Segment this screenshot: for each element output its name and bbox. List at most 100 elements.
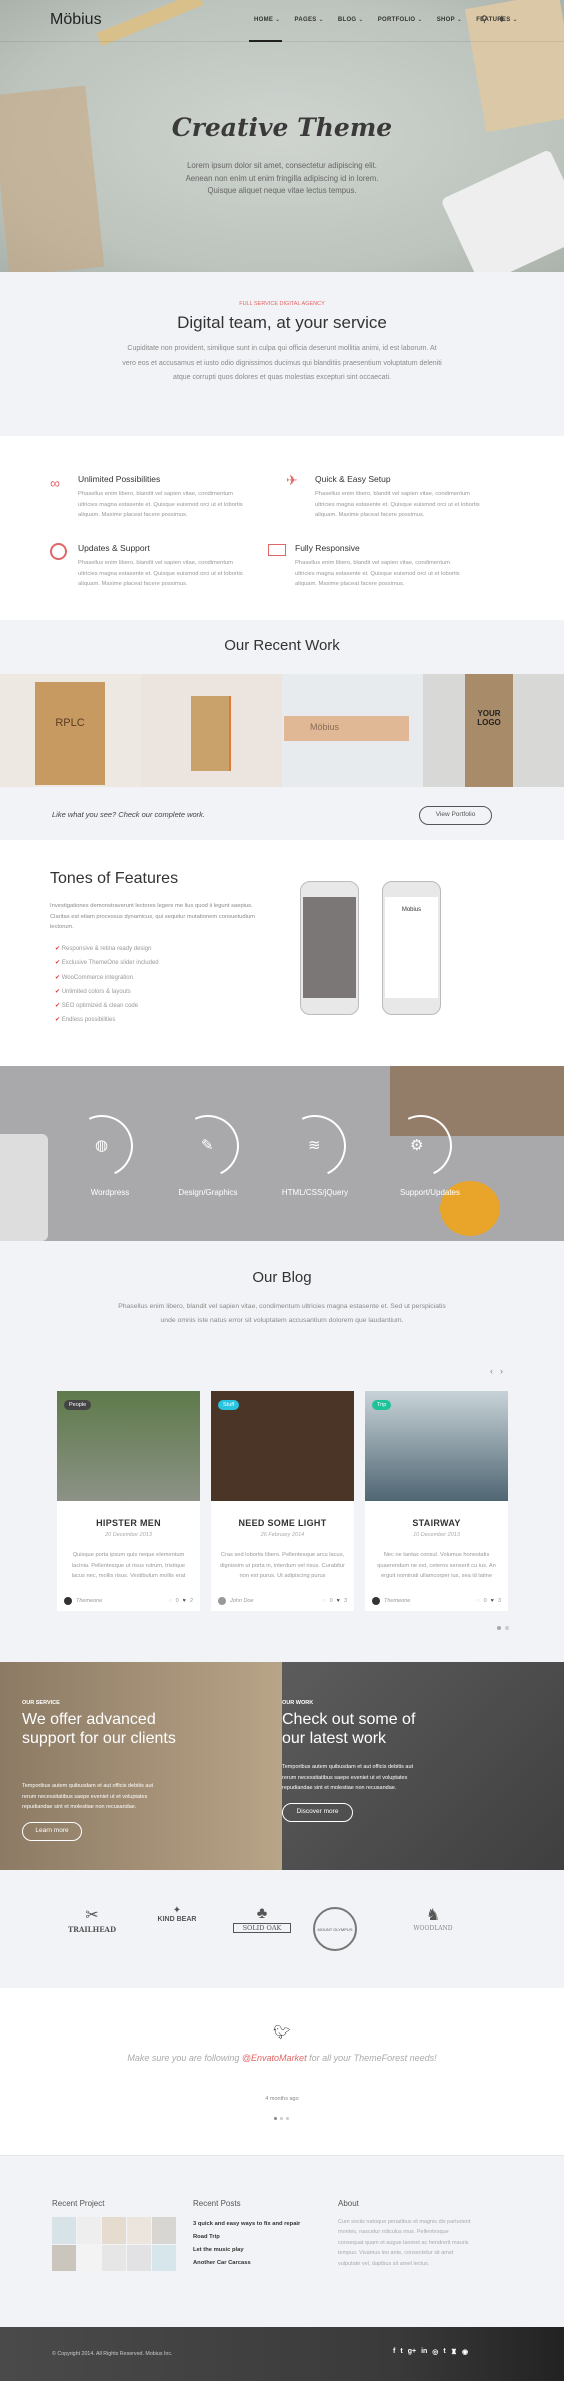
layers-icon: ≋	[308, 1137, 321, 1154]
blog-tag[interactable]: Stuff	[218, 1400, 240, 1410]
comment-count: 0	[483, 1598, 487, 1604]
project-thumb[interactable]	[52, 2217, 76, 2244]
like-count: 2	[189, 1598, 193, 1604]
client-logo-kind-bear[interactable]: ✦ KIND BEAR	[142, 1905, 212, 1923]
project-thumb[interactable]	[102, 2244, 126, 2271]
work-item[interactable]: Möbius	[282, 674, 423, 787]
project-thumb[interactable]	[77, 2217, 101, 2244]
blog-author[interactable]: John Doe	[230, 1598, 254, 1604]
work-item[interactable]: RPLC	[0, 674, 141, 787]
carousel-dot[interactable]	[497, 1626, 501, 1630]
service-label: Design/Graphics	[178, 1188, 238, 1197]
tweet-handle-link[interactable]: @EnvatoMarket	[242, 2053, 307, 2063]
lifebuoy-icon	[50, 543, 67, 560]
plus-icon[interactable]: +	[498, 11, 506, 26]
project-thumb[interactable]	[77, 2244, 101, 2271]
nav-shop[interactable]: SHOP	[437, 16, 463, 23]
blog-title[interactable]: STAIRWAY	[365, 1518, 508, 1528]
blog-author[interactable]: Themeone	[384, 1598, 410, 1604]
work-item-label: Möbius	[284, 716, 409, 741]
nav-portfolio[interactable]: PORTFOLIO	[378, 16, 423, 23]
work-item[interactable]: YOUR LOGO	[423, 674, 564, 787]
nav-home[interactable]: HOME	[254, 16, 281, 23]
dribbble-icon[interactable]: ◎	[432, 2348, 438, 2356]
github-icon[interactable]: ◉	[462, 2348, 468, 2356]
tumblr-icon[interactable]: t	[443, 2348, 445, 2356]
client-logo-solid-oak[interactable]: ♣ SOLID OAK	[227, 1905, 297, 1933]
blog-title[interactable]: HIPSTER MEN	[57, 1518, 200, 1528]
logo[interactable]: Möbius	[50, 11, 102, 29]
hero-title: Creative Theme	[171, 113, 393, 142]
blog-card[interactable]: Stuff NEED SOME LIGHT 26 February 2014 C…	[211, 1391, 354, 1611]
learn-more-button[interactable]: Learn more	[22, 1822, 82, 1841]
tones-list-item: ✔ Exclusive ThemeOne slider included	[55, 960, 159, 967]
carousel-dot[interactable]	[286, 2117, 289, 2120]
carousel-dot[interactable]	[280, 2117, 283, 2120]
heart-icon[interactable]: ♥	[491, 1598, 494, 1604]
blog-image[interactable]: People	[57, 1391, 200, 1501]
client-logo-woodland[interactable]: ♞ WOODLAND	[398, 1905, 468, 1932]
blog-author[interactable]: Themeone	[76, 1598, 102, 1604]
carousel-dot[interactable]	[274, 2117, 277, 2120]
panel-heading: Check out some of our latest work	[282, 1711, 416, 1747]
features-section: ∞ Unlimited Possibilities Phasellus enim …	[0, 436, 564, 620]
blog-tag[interactable]: People	[64, 1400, 92, 1410]
hero-text-line: Lorem ipsum dolor sit amet, consectetur …	[187, 161, 377, 170]
recent-post-link[interactable]: Road Trip	[193, 2231, 300, 2244]
check-icon: ✔	[55, 1003, 62, 1010]
recent-project-grid	[52, 2217, 176, 2271]
client-logo-mount-olympus[interactable]: MOUNT OLYMPUS	[313, 1907, 357, 1951]
work-item-label: YOUR LOGO	[465, 674, 513, 787]
nav-pages[interactable]: PAGES	[295, 16, 324, 23]
phone-mockup: Mobius	[382, 881, 441, 1015]
nav-blog[interactable]: BLOG	[338, 16, 364, 23]
blog-footer: Themeone ◌ 0 ♥ 3	[372, 1597, 501, 1605]
carousel-dot[interactable]	[505, 1626, 509, 1630]
project-thumb[interactable]	[127, 2217, 151, 2244]
linkedin-icon[interactable]: in	[421, 2348, 427, 2356]
search-icon[interactable]: ⚲	[481, 14, 488, 25]
heart-icon[interactable]: ♥	[183, 1598, 186, 1604]
project-thumb[interactable]	[52, 2244, 76, 2271]
project-thumb[interactable]	[102, 2217, 126, 2244]
recent-post-link[interactable]: Another Car Carcass	[193, 2257, 300, 2270]
recent-posts-list: 3 quick and easy ways to fix and repair …	[193, 2218, 300, 2270]
blog-image[interactable]: Stuff	[211, 1391, 354, 1501]
about-text: Cum sociis natoque penatibus et magnis d…	[338, 2219, 471, 2267]
tones-list-item: ✔ Responsive & retina ready design	[55, 946, 152, 952]
like-count: 3	[343, 1598, 347, 1604]
tones-list-item: ✔ Unlimited colors & layouts	[55, 988, 131, 995]
blog-tag[interactable]: Trip	[372, 1400, 392, 1410]
social-links: f t g+ in ◎ t ♜ ◉	[393, 2348, 468, 2356]
pencil-ruler-icon: ✎	[201, 1137, 214, 1154]
prev-arrow-icon[interactable]: ‹	[490, 1366, 493, 1376]
blog-title[interactable]: NEED SOME LIGHT	[211, 1518, 354, 1528]
stack-icon[interactable]: ♜	[451, 2348, 457, 2356]
twitter-icon[interactable]: t	[400, 2348, 402, 2356]
project-thumb[interactable]	[152, 2244, 176, 2271]
view-portfolio-button[interactable]: View Portfolio	[419, 806, 492, 825]
blog-card[interactable]: Trip STAIRWAY 10 December 2013 Nec ne ta…	[365, 1391, 508, 1611]
notebook-image	[191, 696, 231, 771]
recent-post-link[interactable]: Let the music play	[193, 2244, 300, 2257]
tones-list: ✔ Responsive & retina ready design ✔ Exc…	[55, 942, 159, 1028]
panel-label: OUR SERVICE	[22, 1700, 60, 1706]
discover-more-button[interactable]: Discover more	[282, 1803, 353, 1822]
project-thumb[interactable]	[152, 2217, 176, 2244]
recent-post-link[interactable]: 3 quick and easy ways to fix and repair	[193, 2218, 300, 2231]
heart-icon[interactable]: ♥	[337, 1598, 340, 1604]
intro-text: Cupiditate non provident, similique sunt…	[122, 345, 442, 381]
service-label: Support/Updates	[399, 1188, 461, 1197]
client-logo-trailhead[interactable]: ✂ TRAILHEAD	[57, 1905, 127, 1934]
check-icon: ✔	[55, 974, 62, 981]
tweet-pagination	[274, 2117, 289, 2120]
work-item[interactable]	[141, 674, 282, 787]
project-thumb[interactable]	[127, 2244, 151, 2271]
google-plus-icon[interactable]: g+	[408, 2348, 416, 2356]
blog-card[interactable]: People HIPSTER MEN 20 December 2013 Quis…	[57, 1391, 200, 1611]
facebook-icon[interactable]: f	[393, 2348, 395, 2356]
blog-image[interactable]: Trip	[365, 1391, 508, 1501]
check-icon: ✔	[55, 960, 62, 967]
feature-text: Phasellus enim libero, blandit vel sapie…	[315, 491, 480, 518]
next-arrow-icon[interactable]: ›	[500, 1366, 503, 1376]
